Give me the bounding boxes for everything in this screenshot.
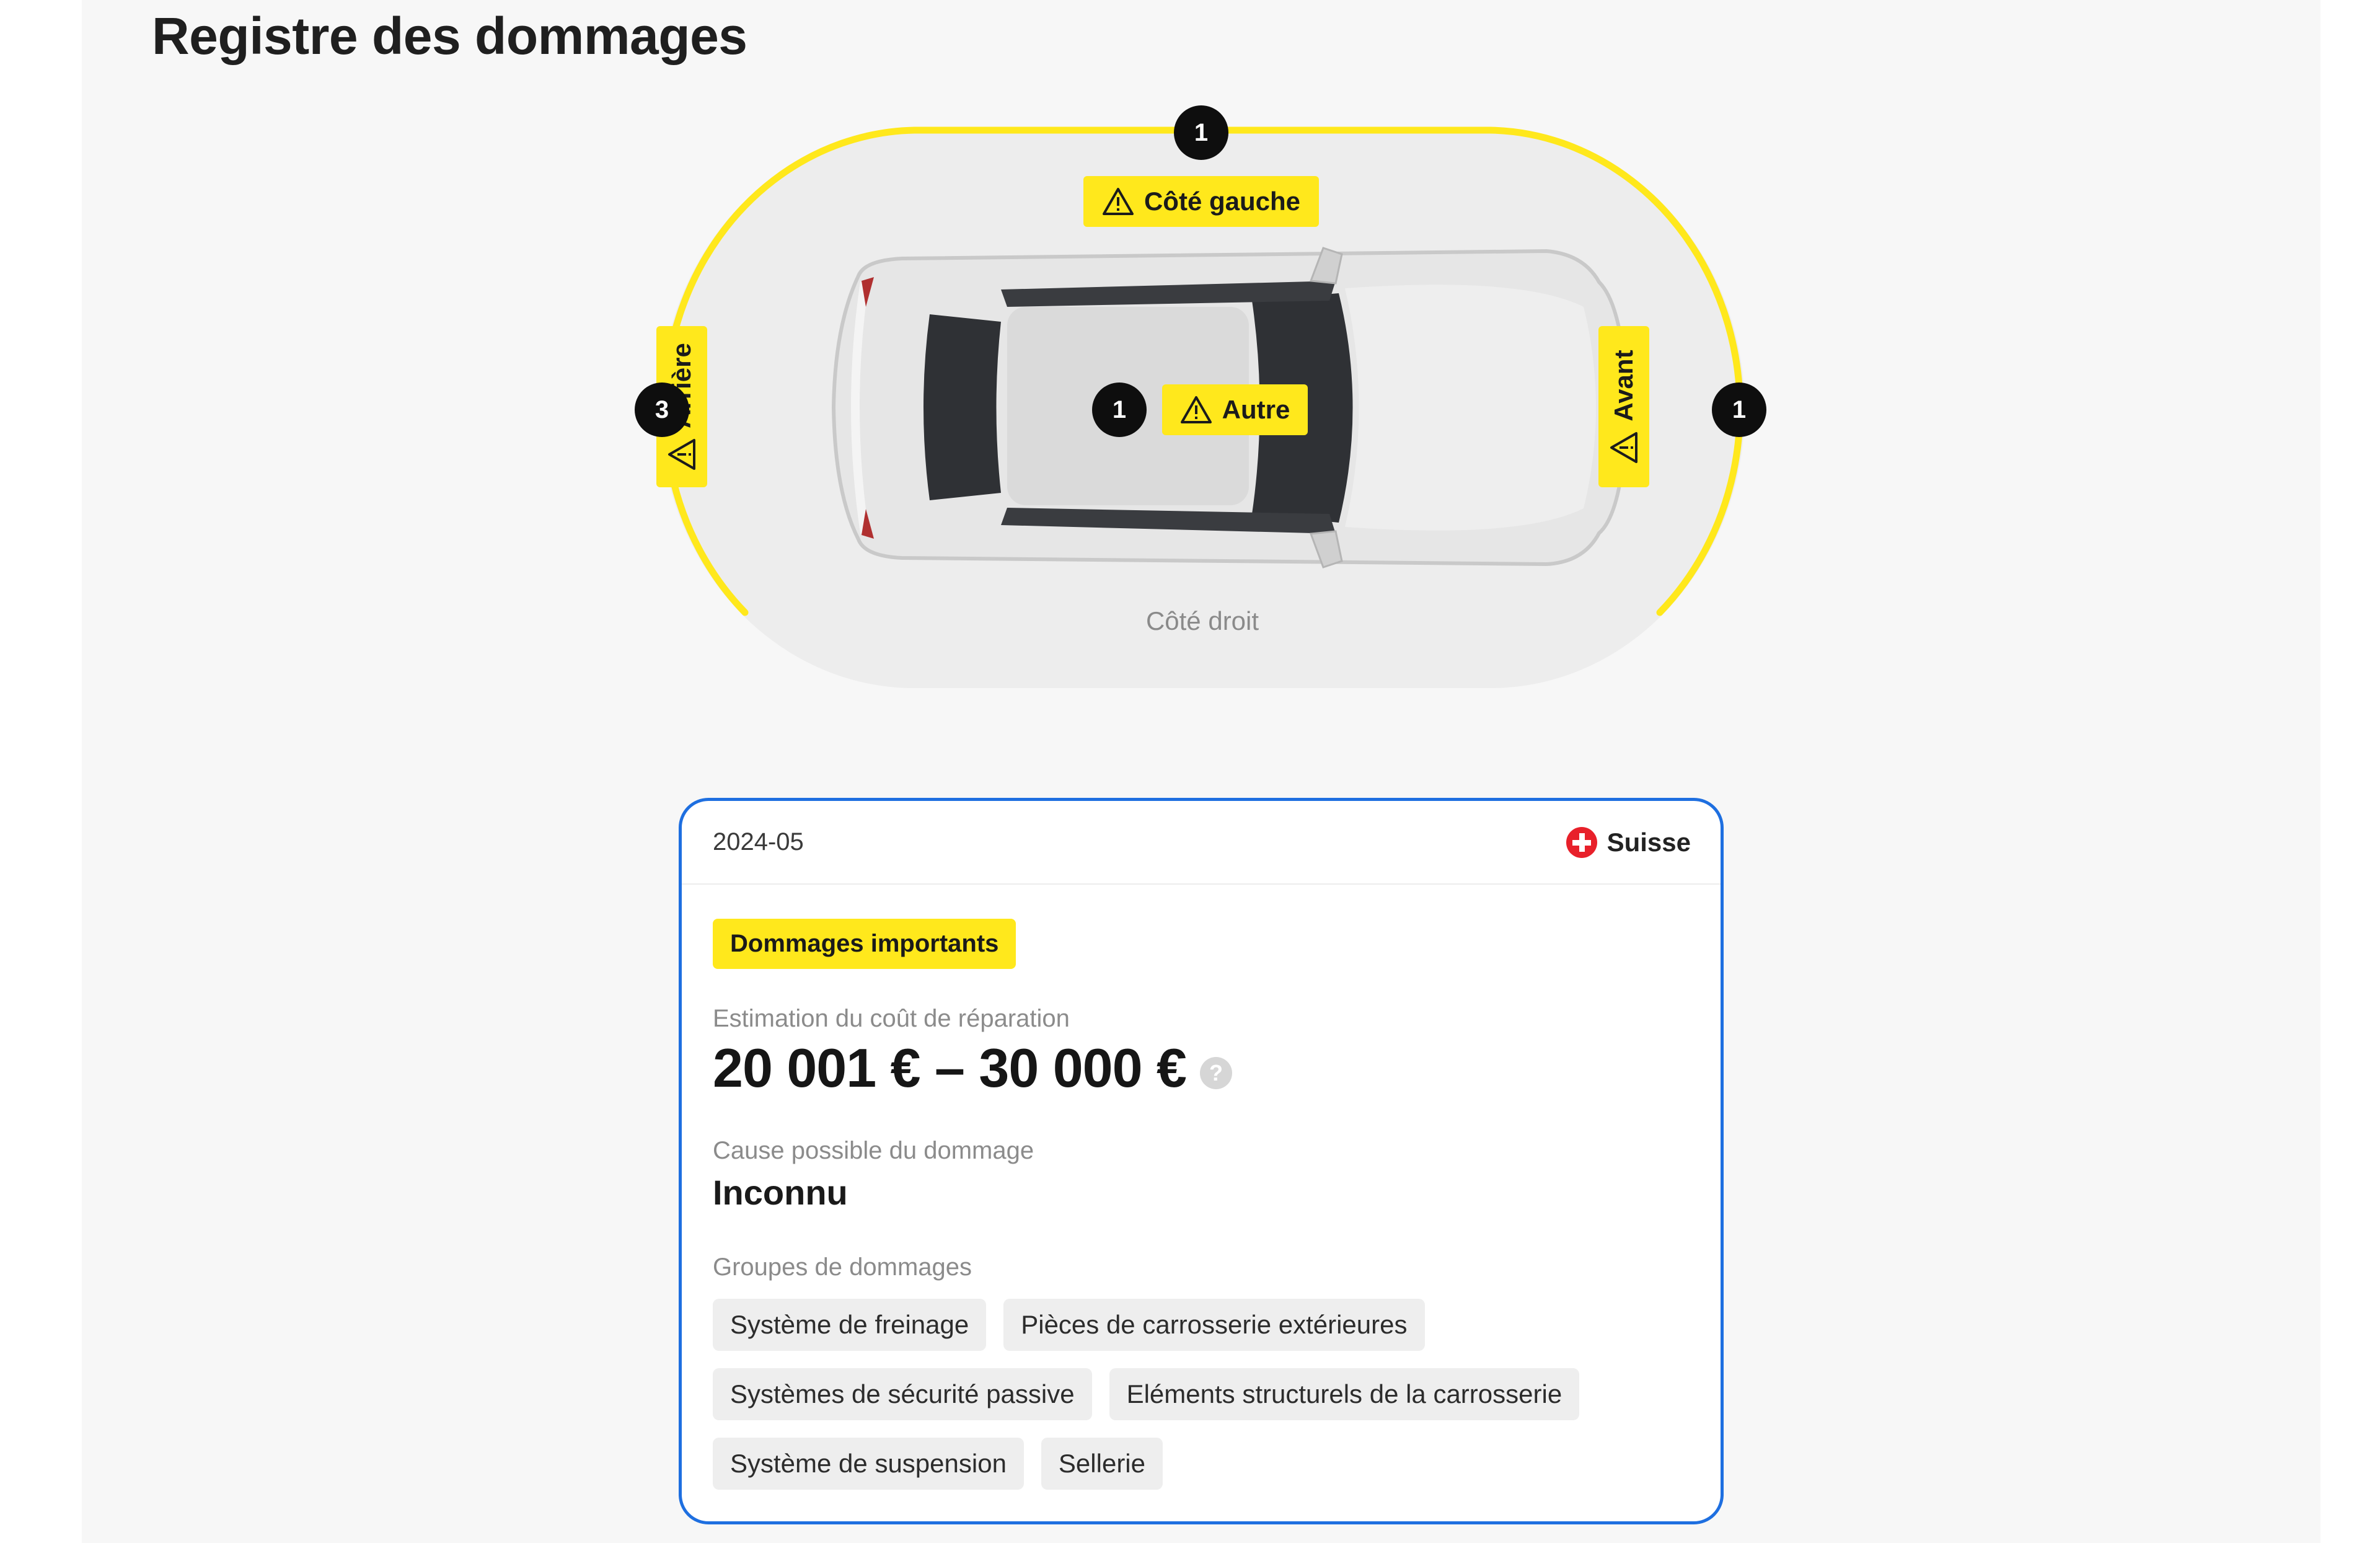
damage-group-tag: Sellerie [1041,1438,1163,1490]
warning-icon [1610,431,1637,463]
damage-count-left-side: 1 [1174,105,1228,160]
zone-badge-other[interactable]: Autre [1162,384,1308,435]
cost-value: 20 001 € – 30 000 € [713,1037,1187,1099]
damage-record-card[interactable]: 2024-05 Suisse Dommages importants Estim… [679,798,1724,1524]
cause-label: Cause possible du dommage [713,1137,1034,1164]
damage-count-rear: 3 [635,382,689,437]
record-country: Suisse [1566,826,1691,858]
groups-label: Groupes de dommages [713,1253,972,1281]
damage-count-other: 1 [1092,382,1147,437]
zone-label-left-side: Côté gauche [1144,187,1301,216]
cause-value: Inconnu [713,1173,848,1212]
swiss-flag-icon [1566,826,1597,858]
severity-badge: Dommages importants [713,919,1016,969]
zone-badge-front[interactable]: Avant [1598,326,1649,487]
warning-icon [1180,396,1212,423]
damage-count-front: 1 [1712,382,1766,437]
card-header: 2024-05 Suisse [682,801,1721,885]
damage-group-tag: Eléments structurels de la carrosserie [1109,1368,1580,1420]
page-title: Registre des dommages [152,7,747,65]
damage-groups: Système de freinage Pièces de carrosseri… [713,1299,1667,1490]
cost-row: 20 001 € – 30 000 € ? [713,1037,1721,1100]
damage-group-tag: Système de freinage [713,1299,987,1351]
damage-group-tag: Système de suspension [713,1438,1024,1490]
zone-label-other: Autre [1222,395,1290,424]
country-name: Suisse [1606,827,1691,857]
warning-icon [668,438,695,470]
zone-label-right-side[interactable]: Côté droit [1072,606,1333,636]
damage-group-tag: Pièces de carrosserie extérieures [1003,1299,1425,1351]
cost-label: Estimation du coût de réparation [713,1005,1070,1032]
zone-badge-left-side[interactable]: Côté gauche [1083,176,1319,227]
zone-label-front: Avant [1609,350,1638,422]
record-date: 2024-05 [713,828,804,856]
card-body: Dommages importants Estimation du coût d… [682,885,1721,1490]
damage-group-tag: Systèmes de sécurité passive [713,1368,1092,1420]
warning-icon [1102,188,1134,215]
help-icon[interactable]: ? [1199,1057,1232,1089]
